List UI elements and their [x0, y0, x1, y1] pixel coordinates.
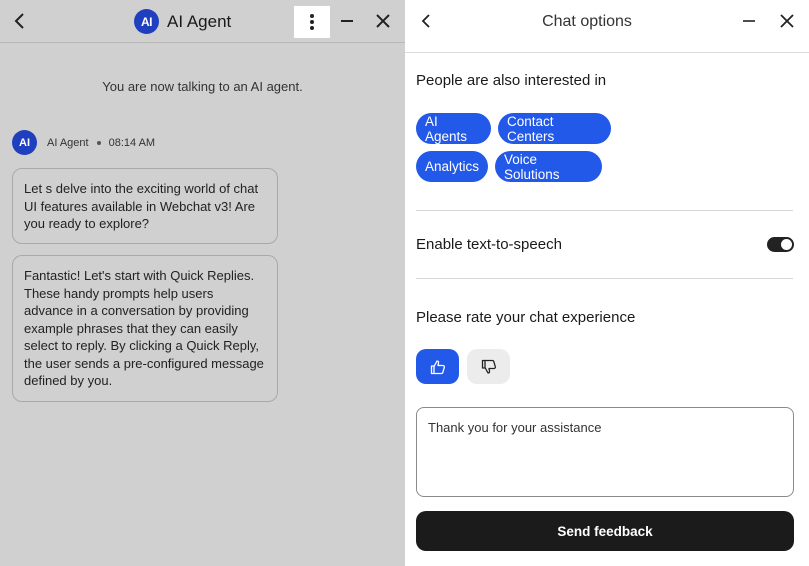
- minimize-icon: [341, 20, 353, 22]
- ai-logo: AI: [134, 9, 159, 34]
- more-options-button[interactable]: [294, 6, 330, 38]
- send-feedback-button[interactable]: Send feedback: [416, 511, 794, 551]
- tts-toggle[interactable]: [767, 237, 794, 252]
- interest-chip-analytics[interactable]: Analytics: [416, 151, 488, 182]
- close-icon: [376, 14, 390, 28]
- chat-title-group: AI AI Agent: [134, 8, 231, 35]
- chevron-left-icon: [14, 13, 24, 29]
- toggle-knob: [781, 239, 792, 250]
- tts-label: Enable text-to-speech: [416, 236, 562, 253]
- interests-title: People are also interested in: [416, 72, 607, 89]
- chat-title: AI Agent: [167, 11, 232, 31]
- back-button[interactable]: [6, 7, 34, 35]
- options-title: Chat options: [542, 13, 632, 30]
- message-bubble: Fantastic! Let's start with Quick Replie…: [12, 255, 278, 402]
- kebab-menu-icon: [310, 14, 314, 30]
- message-timestamp: 08:14 AM: [108, 136, 156, 149]
- thumbs-down-icon: [481, 359, 496, 374]
- interest-chip-ai-agents[interactable]: AI Agents: [416, 113, 491, 144]
- interest-chip-contact-centers[interactable]: Contact Centers: [498, 113, 611, 144]
- sender-name: AI Agent: [47, 136, 89, 149]
- options-header: Chat options: [405, 0, 809, 53]
- chat-header: AI AI Agent: [0, 0, 405, 43]
- system-message: You are now talking to an AI agent.: [102, 79, 303, 94]
- message-bubble: Let s delve into the exciting world of c…: [12, 168, 278, 244]
- minimize-button[interactable]: [737, 8, 761, 34]
- divider: [416, 210, 793, 211]
- close-button[interactable]: [774, 8, 800, 34]
- minimize-button[interactable]: [335, 8, 359, 34]
- chat-options-panel: Chat options People are also interested …: [405, 0, 809, 566]
- close-button[interactable]: [370, 8, 396, 34]
- separator-dot: [96, 140, 101, 145]
- thumbs-up-button[interactable]: [416, 349, 459, 384]
- thumbs-up-icon: [430, 359, 445, 374]
- avatar: AI: [12, 130, 37, 155]
- rating-label: Please rate your chat experience: [416, 309, 636, 326]
- close-icon: [780, 14, 794, 28]
- interest-chip-voice-solutions[interactable]: Voice Solutions: [495, 151, 602, 182]
- message-sender: AI AI Agent 08:14 AM: [12, 130, 155, 155]
- thumbs-down-button[interactable]: [467, 349, 510, 384]
- chat-panel: AI AI Agent You are now talking to an AI…: [0, 0, 405, 566]
- divider: [416, 278, 793, 279]
- minimize-icon: [743, 20, 755, 22]
- feedback-textarea[interactable]: Thank you for your assistance: [416, 407, 794, 497]
